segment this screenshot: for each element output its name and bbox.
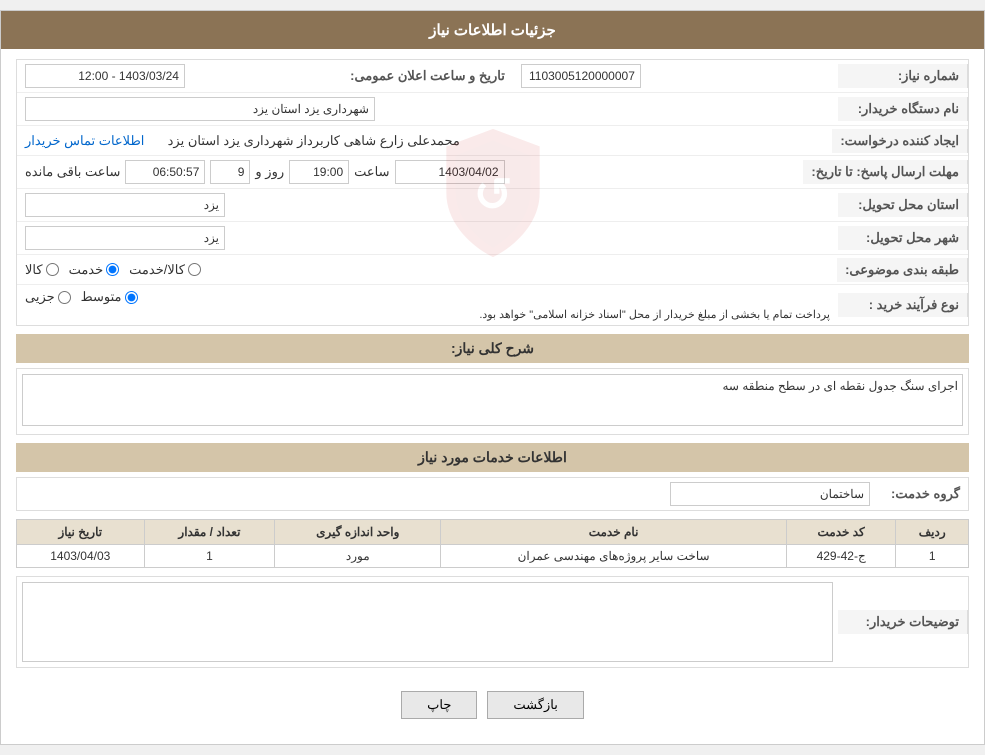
- delivery-province-value: [17, 189, 838, 221]
- buttons-row: بازگشت چاپ: [16, 676, 969, 734]
- delivery-city-label: شهر محل تحویل:: [838, 226, 968, 250]
- radio-kala-khedmat-input[interactable]: [188, 263, 201, 276]
- col-count: تعداد / مقدار: [144, 520, 275, 545]
- radio-motavaset[interactable]: متوسط: [81, 289, 138, 305]
- delivery-province-row: استان محل تحویل:: [17, 189, 968, 222]
- buyer-notes-section: توضیحات خریدار:: [16, 576, 969, 668]
- page-title: جزئیات اطلاعات نیاز: [429, 22, 556, 39]
- requester-value: محمدعلی زارع شاهی کاربرداز شهرداری یزد ا…: [17, 129, 832, 153]
- back-button[interactable]: بازگشت: [487, 691, 583, 719]
- print-button[interactable]: چاپ: [401, 691, 477, 719]
- service-table: ردیف کد خدمت نام خدمت واحد اندازه گیری ت…: [16, 519, 969, 568]
- days-label: روز و: [255, 164, 284, 180]
- page-header: جزئیات اطلاعات نیاز: [1, 11, 984, 49]
- radio-motavaset-label: متوسط: [81, 289, 122, 305]
- service-group-input[interactable]: [670, 482, 870, 506]
- hours-input[interactable]: [125, 160, 205, 184]
- cell-date: 1403/04/03: [17, 545, 145, 568]
- category-label: طبقه بندی موضوعی:: [837, 258, 968, 282]
- table-header-row: ردیف کد خدمت نام خدمت واحد اندازه گیری ت…: [17, 520, 969, 545]
- days-input[interactable]: [210, 160, 250, 184]
- delivery-city-value: [17, 222, 838, 254]
- need-description-textarea[interactable]: اجرای سنگ جدول نقطه ای در سطح منطقه سه: [22, 374, 963, 426]
- cell-code: ج-42-429: [786, 545, 895, 568]
- buyer-notes-label: توضیحات خریدار:: [838, 610, 968, 634]
- need-number-label: شماره نیاز:: [838, 64, 968, 88]
- delivery-province-label: استان محل تحویل:: [838, 193, 968, 217]
- delivery-province-input[interactable]: [25, 193, 225, 217]
- purchase-note: پرداخت تمام یا بخشی از مبلغ خریدار از مح…: [25, 308, 830, 321]
- col-name: نام خدمت: [441, 520, 787, 545]
- radio-motavaset-input[interactable]: [125, 291, 138, 304]
- announcement-date-value: [17, 60, 342, 92]
- need-description-section: اجرای سنگ جدول نقطه ای در سطح منطقه سه: [16, 368, 969, 435]
- need-number-value: [513, 60, 838, 92]
- radio-jozei-label: جزیی: [25, 289, 55, 305]
- radio-jozei[interactable]: جزیی: [25, 289, 71, 305]
- radio-kala-khedmat[interactable]: کالا/خدمت: [129, 262, 201, 278]
- col-code: کد خدمت: [786, 520, 895, 545]
- radio-kala-input[interactable]: [46, 263, 59, 276]
- delivery-city-input[interactable]: [25, 226, 225, 250]
- cell-unit: مورد: [275, 545, 441, 568]
- remaining-label: ساعت باقی مانده: [25, 164, 120, 180]
- need-number-input[interactable]: [521, 64, 641, 88]
- purchase-type-row: نوع فرآیند خرید : متوسط جزیی پرداخت تمام…: [17, 285, 968, 325]
- purchase-type-label: نوع فرآیند خرید :: [838, 293, 968, 317]
- category-value: کالا/خدمت خدمت کالا: [17, 258, 837, 282]
- buyer-org-label: نام دستگاه خریدار:: [838, 97, 968, 121]
- need-description-section-title: شرح کلی نیاز:: [16, 334, 969, 363]
- radio-kala-label: کالا: [25, 262, 43, 278]
- delivery-city-row: شهر محل تحویل:: [17, 222, 968, 255]
- response-deadline-value: ساعت روز و ساعت باقی مانده: [17, 156, 803, 188]
- content-area: ↺ شماره نیاز: تاریخ و ساعت اعلان عمومی: …: [1, 49, 984, 744]
- service-table-section: ردیف کد خدمت نام خدمت واحد اندازه گیری ت…: [16, 519, 969, 568]
- col-unit: واحد اندازه گیری: [275, 520, 441, 545]
- radio-khedmat[interactable]: خدمت: [69, 262, 120, 278]
- radio-kala-khedmat-label: کالا/خدمت: [129, 262, 185, 278]
- service-info-section-title: اطلاعات خدمات مورد نیاز: [16, 443, 969, 472]
- buyer-org-row: نام دستگاه خریدار:: [17, 93, 968, 126]
- cell-name: ساخت سایر پروژه‌های مهندسی عمران: [441, 545, 787, 568]
- purchase-type-value: متوسط جزیی پرداخت تمام یا بخشی از مبلغ خ…: [17, 285, 838, 325]
- category-row: طبقه بندی موضوعی: کالا/خدمت خدمت: [17, 255, 968, 285]
- cell-count: 1: [144, 545, 275, 568]
- main-form-section: ↺ شماره نیاز: تاریخ و ساعت اعلان عمومی: …: [16, 59, 969, 326]
- service-group-section: گروه خدمت:: [16, 477, 969, 511]
- col-row: ردیف: [896, 520, 969, 545]
- col-date: تاریخ نیاز: [17, 520, 145, 545]
- announcement-date-input[interactable]: [25, 64, 185, 88]
- buyer-notes-value: [17, 577, 838, 667]
- radio-khedmat-input[interactable]: [106, 263, 119, 276]
- requester-label: ایجاد کننده درخواست:: [832, 129, 968, 153]
- time-label: ساعت: [354, 164, 389, 180]
- radio-kala[interactable]: کالا: [25, 262, 59, 278]
- requester-row: ایجاد کننده درخواست: محمدعلی زارع شاهی ک…: [17, 126, 968, 156]
- need-number-row: شماره نیاز: تاریخ و ساعت اعلان عمومی:: [17, 60, 968, 93]
- response-time-input[interactable]: [289, 160, 349, 184]
- radio-jozei-input[interactable]: [58, 291, 71, 304]
- buyer-org-input[interactable]: [25, 97, 375, 121]
- cell-row: 1: [896, 545, 969, 568]
- category-radio-group: کالا/خدمت خدمت کالا: [25, 262, 201, 278]
- requester-name: محمدعلی زارع شاهی کاربرداز شهرداری یزد ا…: [168, 133, 460, 149]
- service-group-row: گروه خدمت:: [17, 478, 968, 510]
- response-date-input[interactable]: [395, 160, 505, 184]
- purchase-type-radio-group: متوسط جزیی: [25, 289, 138, 305]
- table-row: 1 ج-42-429 ساخت سایر پروژه‌های مهندسی عم…: [17, 545, 969, 568]
- contact-link[interactable]: اطلاعات تماس خریدار: [25, 133, 144, 149]
- buyer-notes-row: توضیحات خریدار:: [17, 577, 968, 667]
- radio-khedmat-label: خدمت: [69, 262, 104, 278]
- buyer-notes-textarea[interactable]: [22, 582, 833, 662]
- response-deadline-row: مهلت ارسال پاسخ: تا تاریخ: ساعت روز و سا…: [17, 156, 968, 189]
- response-deadline-label: مهلت ارسال پاسخ: تا تاریخ:: [803, 160, 968, 184]
- announcement-date-label: تاریخ و ساعت اعلان عمومی:: [342, 64, 513, 88]
- service-group-label: گروه خدمت:: [880, 486, 960, 502]
- buyer-org-value: [17, 93, 838, 125]
- main-container: جزئیات اطلاعات نیاز ↺ شماره نیاز: تاریخ …: [0, 10, 985, 745]
